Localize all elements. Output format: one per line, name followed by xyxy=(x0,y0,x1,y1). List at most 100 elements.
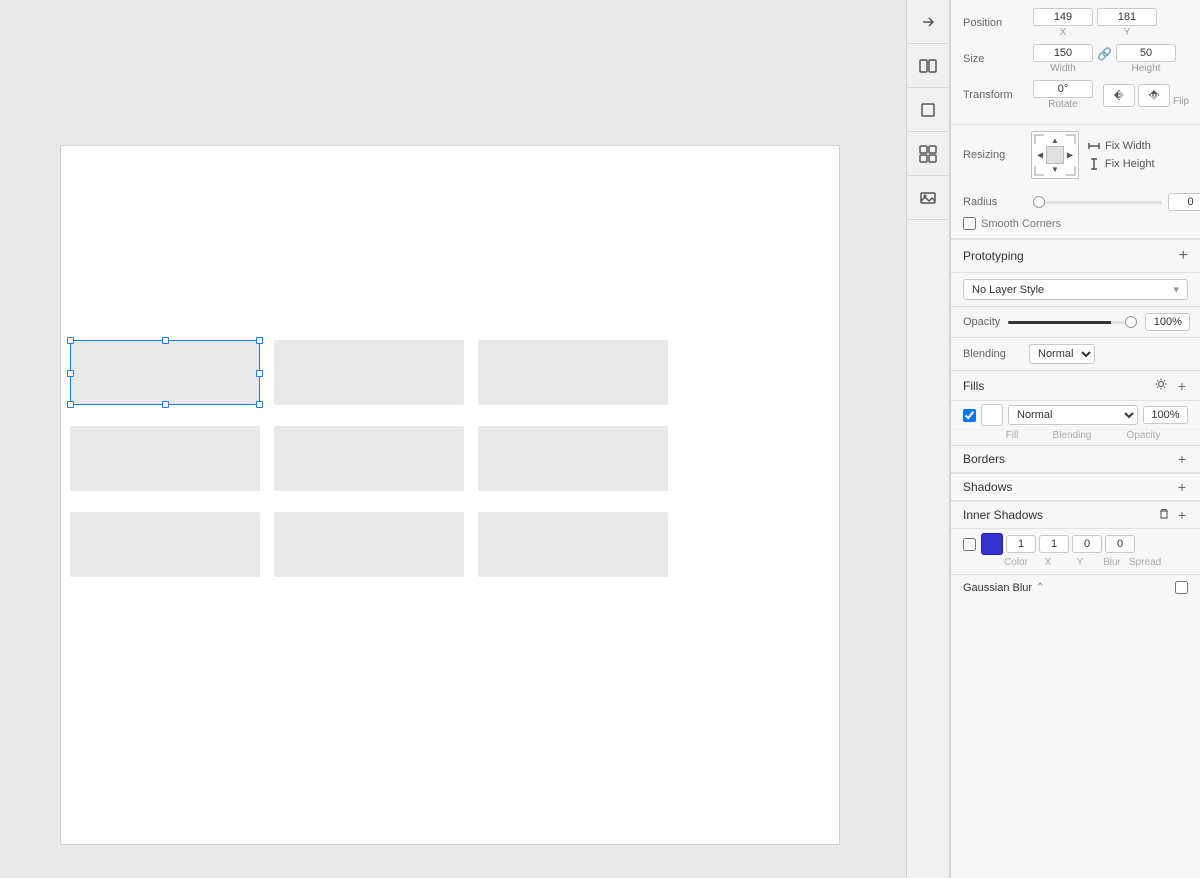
resize-corner-bl xyxy=(1034,166,1044,176)
fill-color-swatch[interactable] xyxy=(981,404,1003,426)
flip-horizontal-button[interactable] xyxy=(1103,84,1135,107)
rotate-input[interactable] xyxy=(1033,80,1093,98)
grid-item-9[interactable] xyxy=(478,512,668,577)
resize-corner-br xyxy=(1066,166,1076,176)
grid-item-3[interactable] xyxy=(478,340,668,405)
prototyping-add-button[interactable]: + xyxy=(1179,248,1188,264)
fill-enabled-checkbox[interactable] xyxy=(963,409,976,422)
inner-shadow-spread-input[interactable] xyxy=(1105,535,1135,553)
grid-item-6[interactable] xyxy=(478,426,668,491)
opacity-row: Opacity xyxy=(963,313,1188,331)
inner-shadow-row xyxy=(963,533,1188,555)
grid-cell-1 xyxy=(70,340,260,405)
fills-settings-button[interactable] xyxy=(1152,377,1170,394)
inner-shadow-color-swatch[interactable] xyxy=(981,533,1003,555)
height-input-group: Height xyxy=(1116,44,1176,74)
fill-label: Fill xyxy=(1001,430,1023,441)
position-inputs: X Y xyxy=(1033,8,1157,38)
grid-item-4[interactable] xyxy=(70,426,260,491)
grid-item-8[interactable] xyxy=(274,512,464,577)
inner-shadow-blur-input[interactable] xyxy=(1072,535,1102,553)
blending-dropdown-wrapper: Normal xyxy=(1029,344,1188,364)
fill-col-labels: Fill Blending Opacity xyxy=(989,430,1200,445)
inner-shadow-x-label: X xyxy=(1033,557,1063,568)
flip-vertical-button[interactable] xyxy=(1138,84,1170,107)
prototyping-section: Prototyping + xyxy=(951,239,1200,273)
flip-label: Flip xyxy=(1173,84,1189,107)
fills-add-button[interactable]: + xyxy=(1176,378,1188,394)
shadows-add-button[interactable]: + xyxy=(1176,479,1188,495)
position-section: Position X Y Size Width 🔗 xyxy=(951,0,1200,125)
resize-arrow-top: ▲ xyxy=(1051,136,1059,145)
opacity-input[interactable] xyxy=(1145,313,1190,331)
gaussian-blur-checkbox[interactable] xyxy=(1175,581,1188,594)
fill-opacity-input[interactable] xyxy=(1143,406,1188,424)
layer-style-dropdown[interactable]: No Layer Style ▾ xyxy=(963,279,1188,300)
opacity-section: Opacity xyxy=(951,307,1200,338)
height-input[interactable] xyxy=(1116,44,1176,62)
transform-row: Transform Rotate xyxy=(963,80,1188,110)
fill-blending-dropdown[interactable]: Normal xyxy=(1008,405,1138,425)
lock-icon[interactable]: 🔗 xyxy=(1097,44,1112,74)
inner-shadows-add-button[interactable]: + xyxy=(1176,507,1188,523)
borders-add-button[interactable]: + xyxy=(1176,451,1188,467)
smooth-corners-row: Smooth Corners xyxy=(963,217,1188,230)
inner-shadow-checkbox[interactable] xyxy=(963,538,976,551)
radius-input[interactable] xyxy=(1168,193,1200,211)
grid-item-7[interactable] xyxy=(70,512,260,577)
transform-label: Transform xyxy=(963,89,1033,101)
blending-section: Blending Normal xyxy=(951,338,1200,371)
width-input-group: Width xyxy=(1033,44,1093,74)
fill-opacity-label: Opacity xyxy=(1121,430,1166,441)
inner-shadow-color-label: Color xyxy=(1001,557,1031,568)
smooth-corners-checkbox[interactable] xyxy=(963,217,976,230)
inner-shadow-blur-label: Blur xyxy=(1097,557,1127,568)
fix-width-label: Fix Width xyxy=(1105,140,1151,152)
grid-item-5[interactable] xyxy=(274,426,464,491)
fix-width-option: Fix Width xyxy=(1087,139,1155,153)
arrow-right-icon[interactable] xyxy=(906,0,950,44)
width-input[interactable] xyxy=(1033,44,1093,62)
gaussian-blur-section: Gaussian Blur ⌃ xyxy=(951,575,1200,600)
inner-shadow-y-label: Y xyxy=(1065,557,1095,568)
fills-header: Fills + xyxy=(951,371,1200,401)
opacity-slider[interactable] xyxy=(1008,321,1137,324)
y-input[interactable] xyxy=(1097,8,1157,26)
inner-shadow-y-input[interactable] xyxy=(1039,535,1069,553)
fix-height-option: Fix Height xyxy=(1087,157,1155,171)
layer-style-value: No Layer Style xyxy=(972,284,1044,296)
inner-shadows-label: Inner Shadows xyxy=(963,508,1043,522)
image-tool-icon[interactable] xyxy=(906,176,950,220)
square-tool-icon[interactable] xyxy=(906,88,950,132)
layer-style-section: No Layer Style ▾ xyxy=(951,273,1200,307)
blending-dropdown[interactable]: Normal xyxy=(1029,344,1095,364)
layer-style-chevron: ▾ xyxy=(1173,283,1179,296)
position-row: Position X Y xyxy=(963,8,1188,38)
y-label: Y xyxy=(1124,27,1131,38)
inner-shadows-section-header: Inner Shadows + xyxy=(951,501,1200,529)
fix-width-icon xyxy=(1087,139,1101,153)
layout-columns-icon[interactable] xyxy=(906,44,950,88)
icon-toolbar xyxy=(906,0,950,878)
borders-label: Borders xyxy=(963,452,1005,466)
fill-blending-label: Blending xyxy=(1027,430,1117,441)
flip-v-icon xyxy=(1147,88,1161,102)
resizing-label: Resizing xyxy=(963,149,1023,161)
grid-tool-icon[interactable] xyxy=(906,132,950,176)
resize-arrow-left: ◀ xyxy=(1037,151,1043,160)
resizing-widget[interactable]: ◀ ▶ ▲ ▼ xyxy=(1031,131,1079,179)
grid-item-1[interactable] xyxy=(70,340,260,412)
resize-inner-box xyxy=(1046,146,1064,164)
inner-shadow-x-input[interactable] xyxy=(1006,535,1036,553)
smooth-corners-label: Smooth Corners xyxy=(981,218,1061,230)
resize-corner-tr xyxy=(1066,134,1076,144)
x-label: X xyxy=(1060,27,1067,38)
inner-shadows-delete-button[interactable] xyxy=(1156,507,1172,523)
inner-shadow-col-labels: Color X Y Blur Spread xyxy=(963,557,1188,568)
rotate-label: Rotate xyxy=(1048,99,1077,110)
radius-slider[interactable] xyxy=(1033,201,1162,204)
x-input[interactable] xyxy=(1033,8,1093,26)
grid-item-2[interactable] xyxy=(274,340,464,405)
blending-label: Blending xyxy=(963,348,1023,360)
gaussian-label: Gaussian Blur ⌃ xyxy=(963,582,1044,594)
